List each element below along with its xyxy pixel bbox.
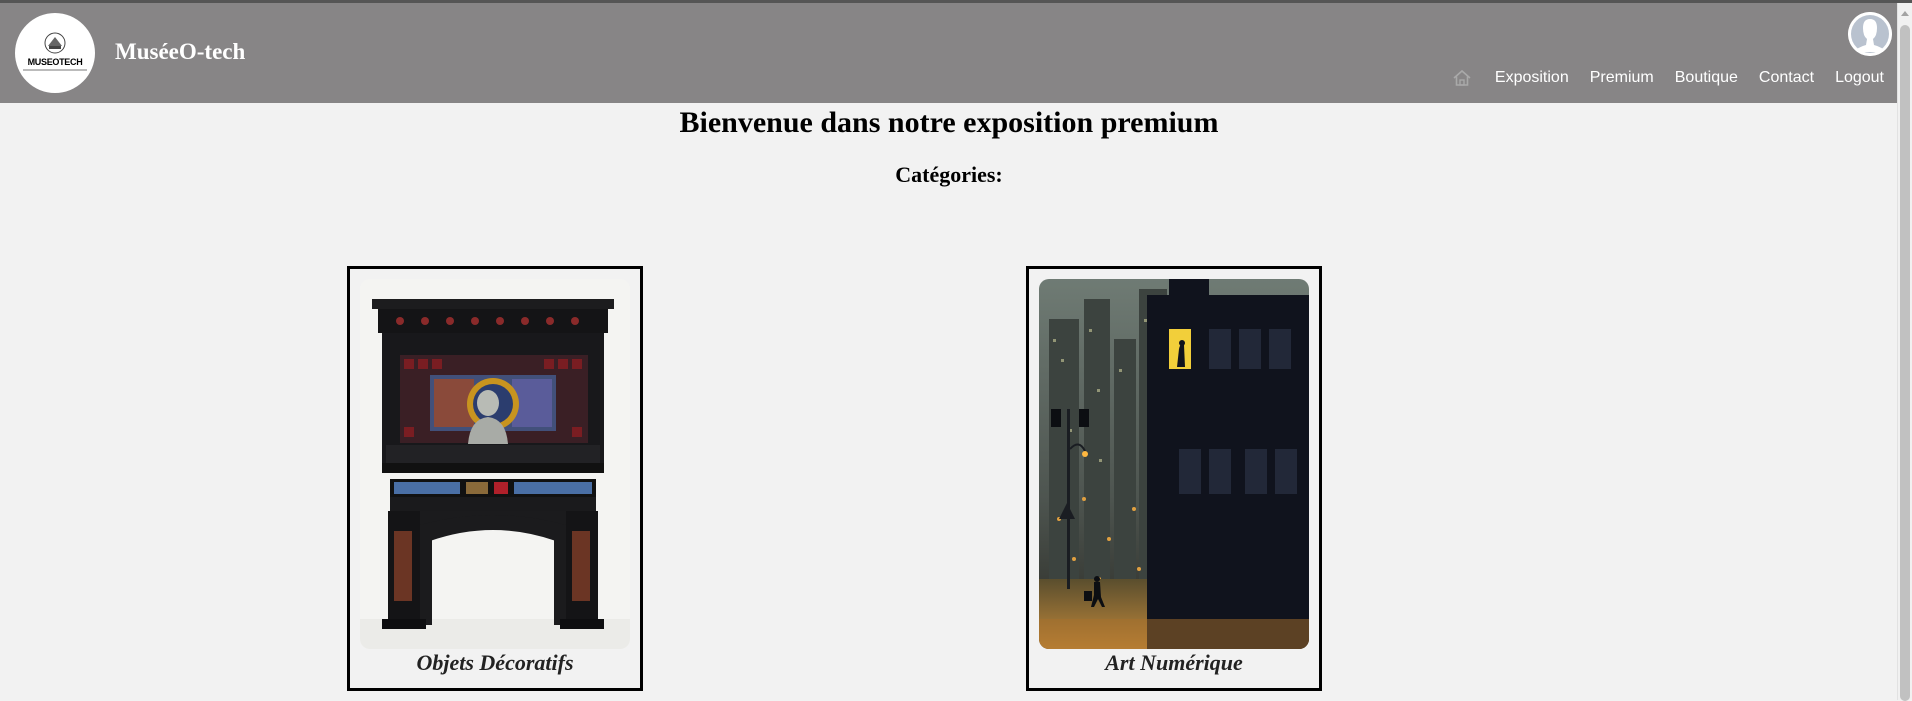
user-avatar-icon [1848,12,1892,56]
category-label[interactable]: Objets Décoratifs [350,650,640,676]
vertical-scrollbar[interactable] [1897,3,1912,701]
page-title: Bienvenue dans notre exposition premium [679,106,1219,139]
nav-contact[interactable]: Contact [1759,69,1814,87]
site-title[interactable]: MuséeO-tech [115,39,245,65]
main-nav: Exposition Premium Boutique Contact Logo… [1451,67,1884,89]
scroll-thumb[interactable] [1900,25,1910,701]
night-city-digital-art-image[interactable] [1039,279,1309,649]
home-icon[interactable] [1451,67,1473,89]
nav-boutique[interactable]: Boutique [1675,69,1738,87]
nav-logout[interactable]: Logout [1835,69,1884,87]
logo-text: MUSEOTECH [27,57,83,67]
category-card-art-numerique[interactable]: Art Numérique [1026,266,1322,691]
site-header: MUSEOTECH MuséeO-tech Exposition Premium… [0,3,1912,103]
category-card-objets-decoratifs[interactable]: Objets Décoratifs [347,266,643,691]
logo-tagline-line [23,69,87,71]
nav-exposition[interactable]: Exposition [1495,69,1569,87]
category-label[interactable]: Art Numérique [1029,650,1319,676]
nav-premium[interactable]: Premium [1590,69,1654,87]
site-logo[interactable]: MUSEOTECH [15,13,95,93]
categories-heading: Catégories: [895,162,1003,187]
fireplace-mantel-image[interactable] [360,279,630,649]
scroll-up-arrow-icon[interactable] [1901,11,1909,16]
logo-emblem-icon [44,32,66,54]
user-avatar[interactable] [1848,12,1892,56]
